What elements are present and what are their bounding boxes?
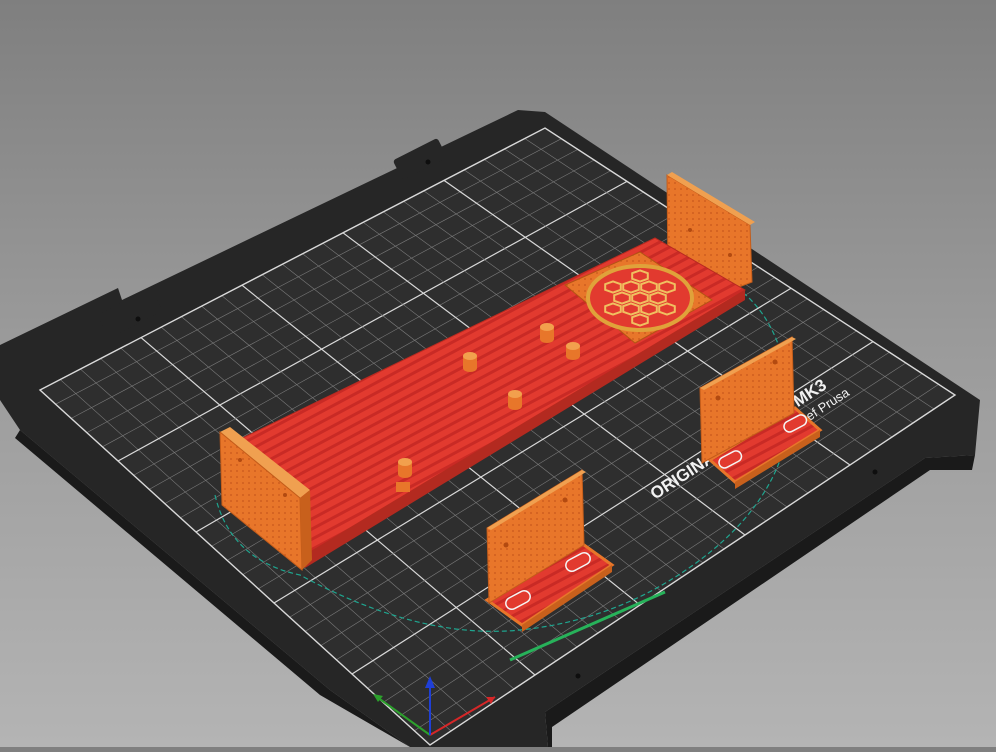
bed-screw-hole <box>135 316 141 322</box>
screw-hole <box>562 497 568 503</box>
honeycomb-cell <box>631 291 649 305</box>
honeycomb-cell <box>631 269 649 283</box>
honeycomb-cell <box>658 302 676 316</box>
screw-hole <box>283 493 287 497</box>
bed-screw-hole <box>425 159 431 165</box>
screw-hole <box>728 253 732 257</box>
small-tab <box>396 482 410 492</box>
honeycomb-cell <box>622 302 640 316</box>
honeycomb-cell <box>613 291 631 305</box>
end-wall-left-side <box>300 490 312 570</box>
honeycomb-cell <box>640 302 658 316</box>
bed-screw-hole <box>575 673 581 679</box>
screw-hole <box>688 228 692 232</box>
standoff <box>508 390 522 410</box>
honeycomb-cell <box>658 280 676 294</box>
3d-viewport[interactable]: ORIGINAL PRUSA i3 MK3 by Josef Prusa <box>0 0 996 747</box>
standoff <box>566 342 580 360</box>
honeycomb-cell <box>649 291 667 305</box>
honeycomb-cell <box>604 302 622 316</box>
honeycomb-cell <box>640 280 658 294</box>
standoff <box>463 352 477 372</box>
honeycomb-cell <box>604 280 622 294</box>
screw-hole <box>772 359 778 365</box>
bed-screw-hole <box>872 469 878 475</box>
standoff <box>398 458 412 478</box>
honeycomb-cell <box>622 280 640 294</box>
screw-hole <box>503 542 509 548</box>
standoff <box>540 323 554 343</box>
honeycomb-cell <box>631 313 649 327</box>
screw-hole <box>238 458 242 462</box>
screw-hole <box>715 395 721 401</box>
